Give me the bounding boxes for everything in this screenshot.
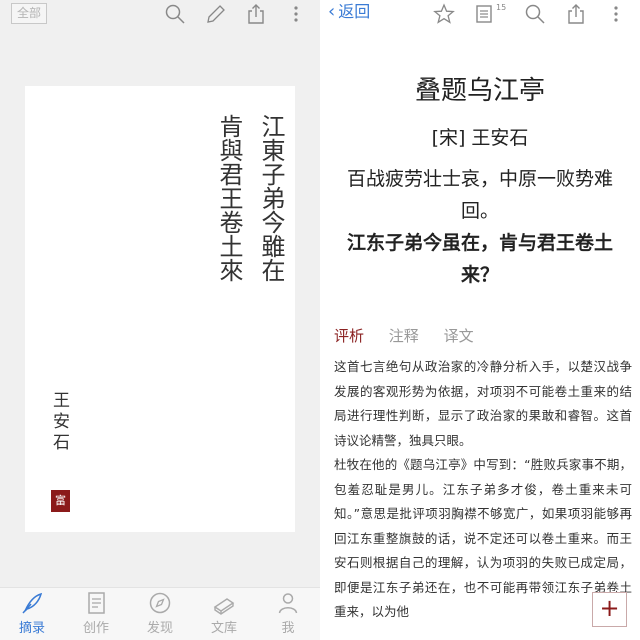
search-icon[interactable] xyxy=(164,3,186,25)
analysis-paragraph-2: 杜牧在他的《题乌江亭》中写到：“胜败兵家事不期，包羞忍耻是男儿。江东子弟多才俊，… xyxy=(334,457,632,619)
nav-discover[interactable]: 发现 xyxy=(128,590,192,636)
share-icon[interactable] xyxy=(565,3,587,25)
compass-icon xyxy=(149,592,171,614)
person-icon xyxy=(278,593,298,614)
poem-line-1: 百战疲劳壮士哀，中原一败势难回。 xyxy=(346,168,613,222)
analysis-text: 这首七言绝句从政治家的冷静分析入手，以楚汉战争发展的客观形势为依据，对项羽不可能… xyxy=(334,355,632,625)
tab-analysis[interactable]: 评析 xyxy=(334,327,364,345)
seal-stamp: 富 xyxy=(51,490,70,512)
more-vertical-icon[interactable] xyxy=(285,3,307,25)
nav-me[interactable]: 我 xyxy=(256,590,320,636)
analysis-paragraph-1: 这首七言绝句从政治家的冷静分析入手，以楚汉战争发展的客观形势为依据，对项羽不可能… xyxy=(334,359,632,448)
poem-text: 百战疲劳壮士哀，中原一败势难回。 江东子弟今虽在，肯与君王卷土来？ xyxy=(330,163,630,291)
document-icon[interactable] xyxy=(473,3,495,25)
search-icon[interactable] xyxy=(524,3,546,25)
star-icon[interactable] xyxy=(433,3,455,25)
pen-icon[interactable] xyxy=(205,3,227,25)
poem-vertical-line-2: 肯與君王卷土來 xyxy=(215,114,243,282)
notebook-icon xyxy=(88,592,105,614)
nav-label: 我 xyxy=(281,621,295,636)
add-button[interactable]: + xyxy=(592,592,627,627)
card-author: 王安石 xyxy=(49,391,69,454)
poem-detail-panel: ‹ 返回 15 叠题乌江亭 [宋] 王安石 百战疲劳壮士哀，中原一败势难回。 江东… xyxy=(320,0,640,640)
tab-notes[interactable]: 注释 xyxy=(389,327,419,345)
books-icon xyxy=(213,598,235,615)
nav-excerpt[interactable]: 摘录 xyxy=(0,590,64,636)
excerpt-panel: 全部 江東子弟今雖在 肯與君王卷土來 王安石 富 摘录 创作 发现 文库 我 xyxy=(0,0,320,640)
bottom-nav: 摘录 创作 发现 文库 我 xyxy=(0,587,320,640)
nav-library[interactable]: 文库 xyxy=(192,590,256,636)
back-label: 返回 xyxy=(338,2,371,21)
all-filter-button[interactable]: 全部 xyxy=(11,3,48,24)
chevron-left-icon: ‹ xyxy=(328,1,336,22)
nav-label: 发现 xyxy=(146,621,173,636)
nav-create[interactable]: 创作 xyxy=(64,590,128,636)
left-toolbar: 全部 xyxy=(0,0,320,28)
poem-author: [宋] 王安石 xyxy=(431,127,529,149)
nav-label: 创作 xyxy=(82,621,109,636)
poem-title: 叠题乌江亭 xyxy=(414,76,545,106)
share-icon[interactable] xyxy=(245,3,267,25)
comment-count-badge: 15 xyxy=(496,3,507,12)
nav-label: 摘录 xyxy=(18,621,45,636)
poem-line-2: 江东子弟今虽在，肯与君王卷土来？ xyxy=(346,232,613,286)
poem-card[interactable]: 江東子弟今雖在 肯與君王卷土來 王安石 富 xyxy=(25,86,295,532)
nav-label: 文库 xyxy=(210,621,237,636)
tab-translation[interactable]: 译文 xyxy=(444,327,474,345)
poem-vertical-line-1: 江東子弟今雖在 xyxy=(257,114,285,282)
content-tabs: 评析 注释 译文 xyxy=(334,325,494,346)
quill-icon xyxy=(22,592,43,614)
more-vertical-icon[interactable] xyxy=(605,3,627,25)
back-button[interactable]: ‹ 返回 xyxy=(328,2,370,22)
right-toolbar: ‹ 返回 15 xyxy=(320,0,640,28)
